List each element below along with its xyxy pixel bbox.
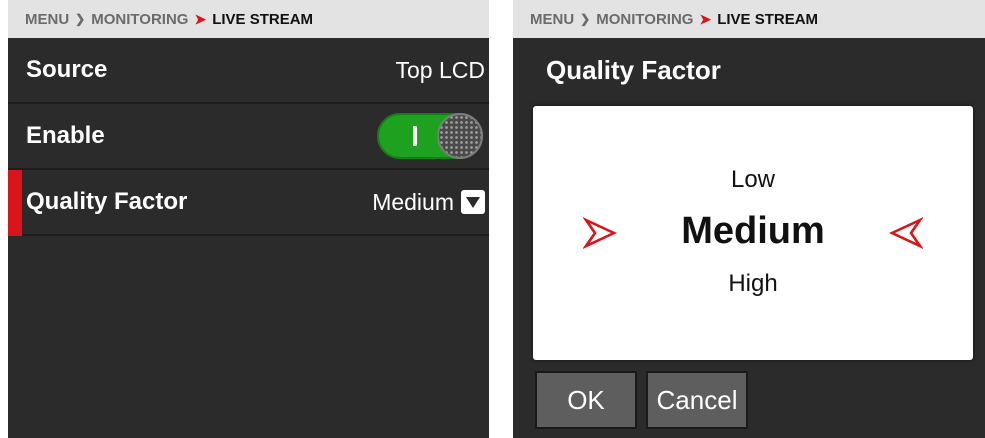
ok-button[interactable]: OK [535,371,637,429]
breadcrumb: MENU ❯ MONITORING ➤ LIVE STREAM [8,0,489,38]
toggle-knob [437,113,483,159]
red-arrow-icon: ➤ [194,10,207,27]
red-arrow-right-icon [583,217,617,249]
enable-label: Enable [26,122,105,149]
quality-factor-label: Quality Factor [26,188,188,215]
chevron-right-icon: ❯ [75,12,86,26]
option-low[interactable]: Low [533,166,973,194]
breadcrumb-monitoring[interactable]: MONITORING [91,11,188,28]
breadcrumb: MENU ❯ MONITORING ➤ LIVE STREAM [513,0,985,38]
source-row[interactable]: Source Top LCD [8,38,489,104]
toggle-on-indicator [413,126,417,146]
red-arrow-icon: ➤ [699,10,712,27]
breadcrumb-menu[interactable]: MENU [25,11,69,28]
chevron-right-icon: ❯ [580,12,591,26]
cancel-button[interactable]: Cancel [646,371,748,429]
dropdown-triangle-icon[interactable] [461,190,485,214]
quality-factor-row[interactable]: Quality Factor Medium [8,170,489,236]
enable-row[interactable]: Enable [8,104,489,170]
source-label: Source [26,56,108,83]
breadcrumb-live-stream: LIVE STREAM [212,10,314,28]
breadcrumb-live-stream: LIVE STREAM [717,10,819,28]
quality-factor-dropdown[interactable]: Medium [372,189,489,216]
breadcrumb-monitoring[interactable]: MONITORING [596,11,693,28]
option-high[interactable]: High [533,270,973,298]
quality-picker[interactable]: Low Medium High [533,106,973,360]
breadcrumb-menu[interactable]: MENU [530,11,574,28]
live-stream-menu-panel: MENU ❯ MONITORING ➤ LIVE STREAM Source T… [8,0,489,438]
red-arrow-left-icon [889,217,923,249]
quality-factor-value: Medium [372,188,454,215]
enable-toggle[interactable] [377,113,483,159]
quality-factor-dialog-panel: MENU ❯ MONITORING ➤ LIVE STREAM Quality … [513,0,985,438]
selection-indicator [8,170,22,236]
dialog-title: Quality Factor [546,55,721,85]
source-value: Top LCD [395,56,485,83]
